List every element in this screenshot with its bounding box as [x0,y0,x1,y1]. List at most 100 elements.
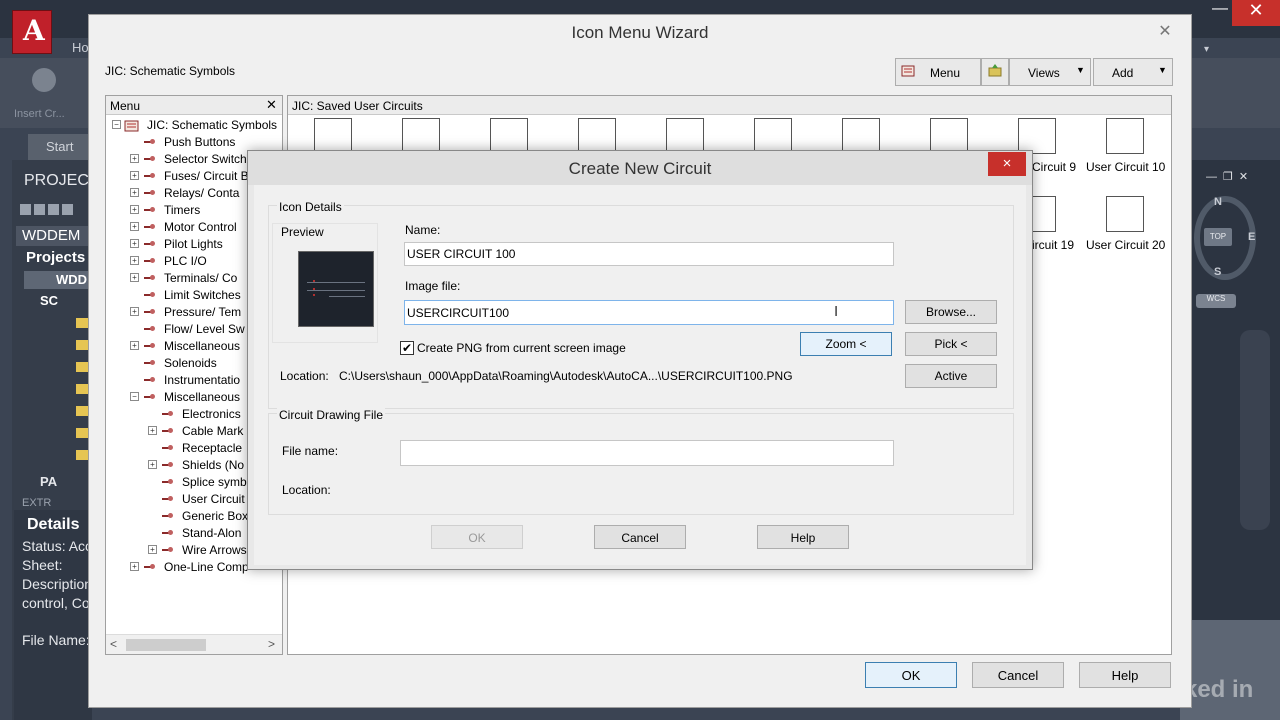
user-circuit-icon[interactable] [930,118,968,154]
expand-icon[interactable]: + [130,188,139,197]
expand-icon[interactable]: + [130,222,139,231]
project-selector[interactable]: WDDEM [16,226,92,246]
dialog-cancel-button[interactable]: Cancel [594,525,686,549]
create-png-label[interactable]: Create PNG from current screen image [417,341,626,355]
autocad-logo-letter: A [23,14,45,47]
open-project-icon[interactable] [20,204,31,215]
minimize-icon[interactable]: — [1212,0,1228,18]
collapse-icon[interactable]: − [112,120,121,129]
refresh-icon[interactable] [62,204,73,215]
close-icon[interactable]: ✕ [266,97,277,113]
node-icon [162,512,174,520]
file-name-label: File name: [282,444,339,458]
project-tree-item[interactable]: EXTR [22,497,51,509]
node-icon [144,325,156,333]
dropdown-icon[interactable]: ▾ [1204,44,1209,55]
insert-circuit-icon [32,68,56,92]
tree-item-label: Push Buttons [164,135,236,149]
preview-image [298,251,374,327]
wizard-help-button[interactable]: Help [1079,662,1171,688]
details-sheet: Sheet: [22,557,63,573]
dialog-ok-button[interactable]: OK [431,525,523,549]
close-icon[interactable]: × [988,152,1026,176]
scroll-left-icon[interactable]: < [110,637,117,651]
wizard-cancel-button[interactable]: Cancel [972,662,1064,688]
start-tab[interactable]: Start [28,134,88,160]
node-icon [162,529,174,537]
ribbon-tab-home[interactable]: Ho [72,40,89,55]
tree-item-label: One-Line Comp [164,560,249,574]
pick-button[interactable]: Pick < [905,332,997,356]
wizard-ok-button[interactable]: OK [865,662,957,688]
close-icon[interactable]: ✕ [1149,19,1181,43]
user-circuit-icon[interactable] [1106,118,1144,154]
viewcube-top[interactable]: TOP [1204,228,1232,246]
project-tree-folder[interactable]: SC [40,293,58,308]
user-circuit-icon[interactable] [314,118,352,154]
horizontal-scrollbar[interactable]: < > [106,634,282,654]
wcs-menu[interactable]: WCS [1196,294,1236,308]
drawing-location-label: Location: [282,483,331,497]
preview-label: Preview [281,225,324,239]
insert-circuit-button[interactable]: Insert Cr... [12,62,76,122]
viewport-controls[interactable]: —❐✕ [1206,170,1254,183]
dialog-help-button[interactable]: Help [757,525,849,549]
tree-item-label: Selector Switch [164,152,247,166]
user-circuit-icon[interactable] [754,118,792,154]
new-project-icon[interactable] [34,204,45,215]
expand-icon[interactable]: + [130,239,139,248]
user-circuit-icon[interactable] [490,118,528,154]
location-label: Location: [280,369,329,383]
user-circuit-icon[interactable] [842,118,880,154]
tree-item-label: Receptacle [182,441,243,455]
project-tree-folder[interactable]: PA [40,474,57,489]
expand-icon[interactable]: + [130,307,139,316]
tree-item-label: Stand-Alon [182,526,242,540]
zoom-button[interactable]: Zoom < [800,332,892,356]
up-level-button[interactable] [981,58,1009,86]
expand-icon[interactable]: + [130,562,139,571]
user-circuit-icon[interactable] [666,118,704,154]
user-circuit-icon[interactable] [1018,118,1056,154]
expand-icon[interactable]: + [130,273,139,282]
name-input[interactable] [404,242,894,266]
add-dropdown[interactable]: Add ▼ [1093,58,1173,86]
status-bar [1180,620,1280,720]
image-file-input[interactable] [404,300,894,325]
file-name-input[interactable] [400,440,894,466]
node-icon [144,291,156,299]
tree-item-root[interactable]: − JIC: Schematic Symbols [112,117,282,134]
views-dropdown[interactable]: Views ▼ [1009,58,1091,86]
expand-icon[interactable]: + [148,460,157,469]
expand-icon[interactable]: + [130,256,139,265]
user-circuit-icon[interactable] [1106,196,1144,232]
create-png-checkbox[interactable]: ✔ [400,341,414,355]
project-tree-root[interactable]: WDD [24,271,92,289]
autocad-logo[interactable]: A [12,10,52,54]
user-circuit-icon[interactable] [578,118,616,154]
tree-item-label: Solenoids [164,356,217,370]
expand-icon[interactable]: + [130,341,139,350]
browse-button[interactable]: Browse... [905,300,997,324]
scroll-right-icon[interactable]: > [268,637,275,651]
viewcube-north: N [1214,196,1222,208]
expand-icon[interactable]: + [130,154,139,163]
app-close-icon[interactable]: ✕ [1232,0,1280,26]
expand-icon[interactable]: + [130,171,139,180]
tree-item-label: Generic Box [182,509,249,523]
menu-button[interactable]: Menu [895,58,981,86]
collapse-icon[interactable]: − [130,392,139,401]
expand-icon[interactable]: + [148,426,157,435]
chevron-down-icon: ▼ [1076,65,1085,75]
tree-item-label: PLC I/O [164,254,207,268]
expand-icon[interactable]: + [148,545,157,554]
node-icon [144,138,156,146]
add-label: Add [1112,66,1134,80]
user-circuit-icon[interactable] [402,118,440,154]
active-button[interactable]: Active [905,364,997,388]
node-icon [144,563,156,571]
expand-icon[interactable]: + [130,205,139,214]
scroll-thumb[interactable] [126,639,206,651]
navigation-bar[interactable] [1240,330,1270,530]
settings-icon[interactable] [48,204,59,215]
